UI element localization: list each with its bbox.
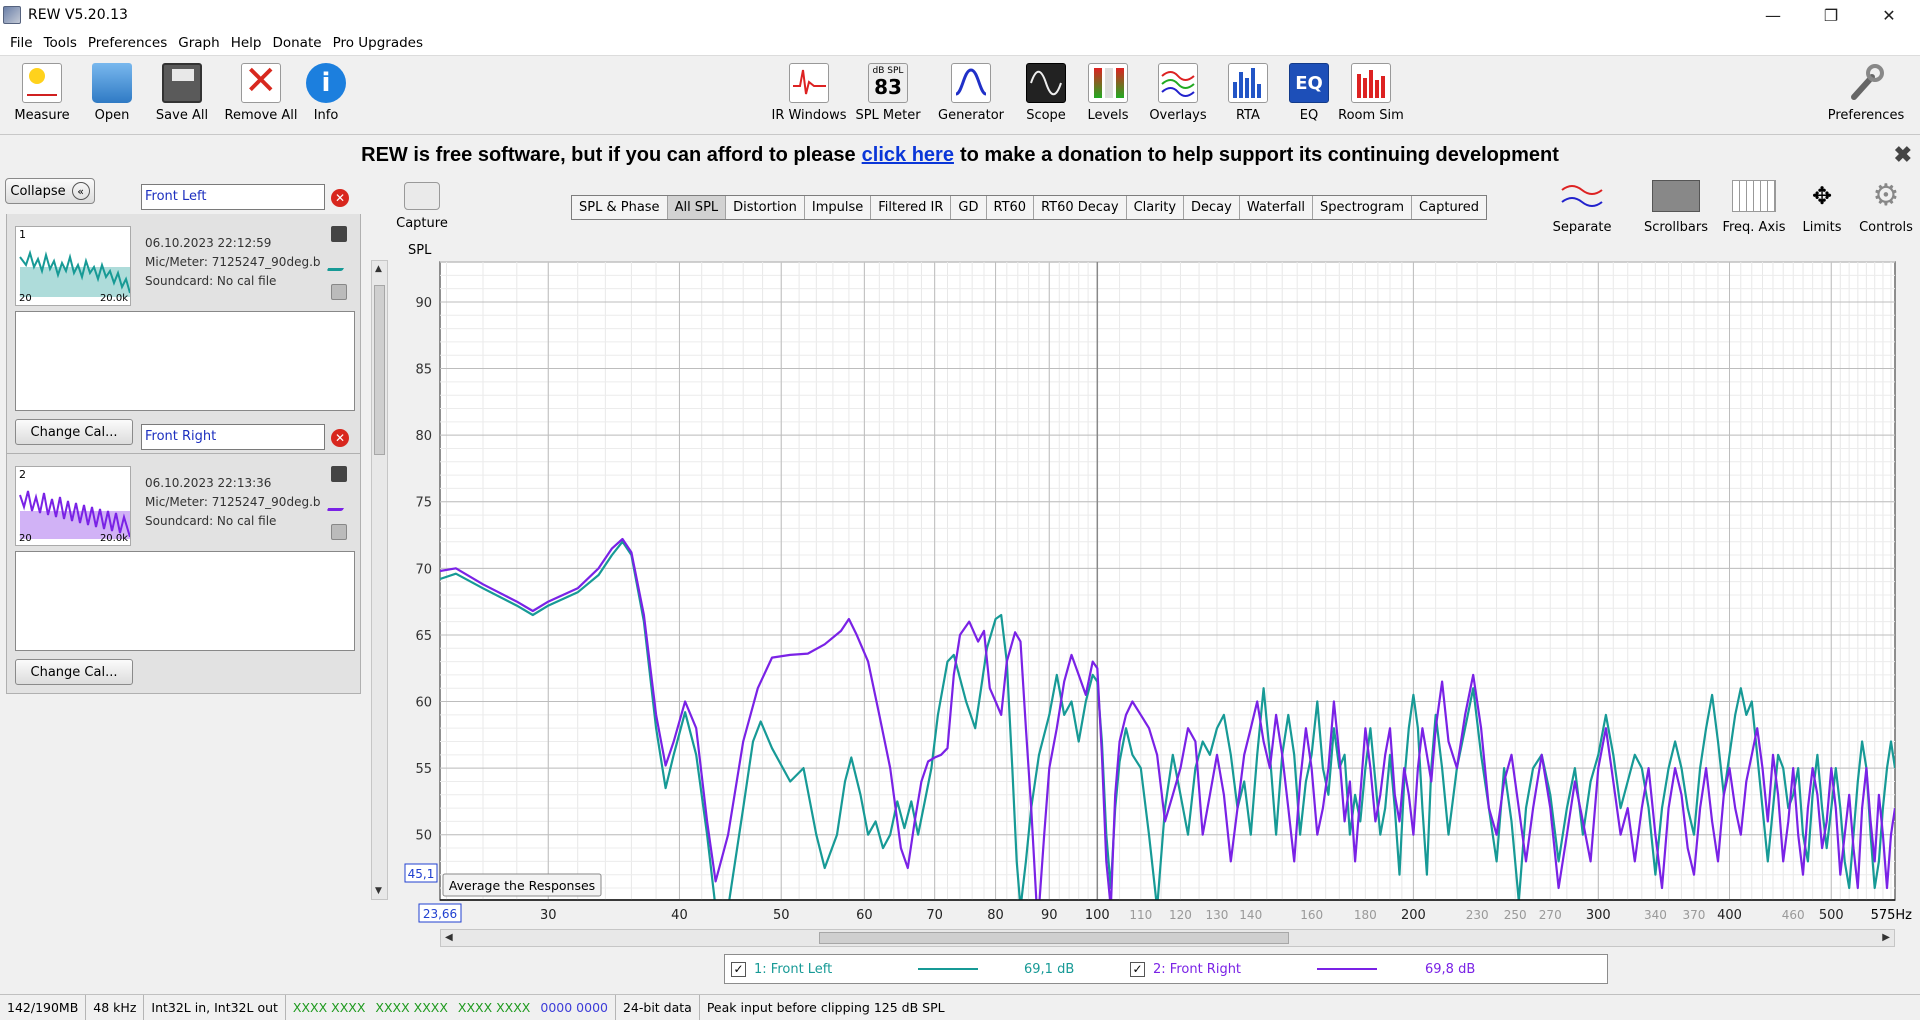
scroll-right-icon[interactable]: ▶ (1882, 932, 1890, 943)
plot-area (439, 261, 1896, 901)
graph-area: SPL 90 85 80 75 70 65 60 55 50 30 40 50 60 70 80 90 100 20… (0, 0, 1920, 1020)
legend-label-1: 1: Front Left (754, 961, 833, 977)
y-axis-label: SPL (408, 243, 432, 258)
x-max-label: 575Hz (1871, 908, 1913, 923)
legend-checkbox-2[interactable]: ✓ (1130, 961, 1145, 977)
memory-usage: 142/190MB (0, 994, 87, 1020)
x-tick-label: 80 (987, 908, 1004, 923)
x-tick-label: 100 (1085, 908, 1110, 923)
x-tick-label-minor: 230 (1466, 908, 1489, 922)
legend-value-1: 69,1 dB (1024, 961, 1075, 977)
level-indicators: XXXX XXXX XXXX XXXX XXXX XXXX 0000 0000 (286, 994, 616, 1020)
y-tick-label: 90 (415, 296, 432, 311)
x-tick-label-minor: 250 (1504, 908, 1527, 922)
legend-checkbox-1[interactable]: ✓ (731, 961, 746, 977)
scroll-thumb[interactable] (819, 932, 1289, 944)
legend-line-1 (918, 968, 978, 970)
y-tick-label: 85 (415, 363, 432, 378)
status-bar: 142/190MB 48 kHz Int32L in, Int32L out X… (0, 994, 1920, 1020)
x-tick-label: 90 (1041, 908, 1058, 923)
spl-graph[interactable]: SPL 90 85 80 75 70 65 60 55 50 30 40 50 60 70 80 90 100 20… (0, 0, 1920, 1020)
x-tick-label-minor: 120 (1169, 908, 1192, 922)
x-min-label: 23,66 (423, 907, 457, 921)
x-tick-label: 30 (540, 908, 557, 923)
peak-input: Peak input before clipping 125 dB SPL (706, 1000, 945, 1015)
y-tick-label: 50 (415, 829, 432, 844)
x-tick-label-minor: 370 (1682, 908, 1705, 922)
x-tick-label: 500 (1819, 908, 1844, 923)
graph-horizontal-scrollbar[interactable]: ◀ ▶ (440, 929, 1895, 947)
legend-label-2: 2: Front Right (1153, 961, 1242, 977)
graph-legend: ✓ 1: Front Left 69,1 dB ✓ 2: Front Right… (724, 954, 1608, 984)
x-tick-label-minor: 340 (1644, 908, 1667, 922)
y-tick-label: 55 (415, 762, 432, 777)
bit-depth: 24-bit data (616, 994, 700, 1020)
y-tick-label: 70 (415, 562, 432, 577)
y-tick-label: 65 (415, 629, 432, 644)
x-tick-label-minor: 130 (1206, 908, 1229, 922)
average-responses-label: Average the Responses (449, 878, 595, 893)
y-tick-label: 60 (415, 696, 432, 711)
y-tick-label: 75 (415, 496, 432, 511)
x-tick-label: 300 (1586, 908, 1611, 923)
x-tick-label: 400 (1717, 908, 1742, 923)
x-tick-label: 70 (926, 908, 943, 923)
x-tick-label-minor: 180 (1354, 908, 1377, 922)
io-format: Int32L in, Int32L out (144, 994, 286, 1020)
x-tick-label-minor: 110 (1129, 908, 1152, 922)
legend-line-2 (1317, 968, 1377, 970)
sample-rate: 48 kHz (86, 994, 145, 1020)
x-tick-label-minor: 460 (1782, 908, 1805, 922)
y-tick-label: 80 (415, 429, 432, 444)
x-tick-label-minor: 160 (1300, 908, 1323, 922)
x-tick-label: 200 (1401, 908, 1426, 923)
x-tick-label: 40 (671, 908, 688, 923)
x-tick-label: 50 (773, 908, 790, 923)
x-tick-label-minor: 270 (1539, 908, 1562, 922)
x-tick-label: 60 (856, 908, 873, 923)
legend-value-2: 69,8 dB (1425, 961, 1476, 977)
y-min-label: 45,1 (408, 867, 435, 881)
x-tick-label-minor: 140 (1239, 908, 1262, 922)
scroll-left-icon[interactable]: ◀ (445, 932, 453, 943)
